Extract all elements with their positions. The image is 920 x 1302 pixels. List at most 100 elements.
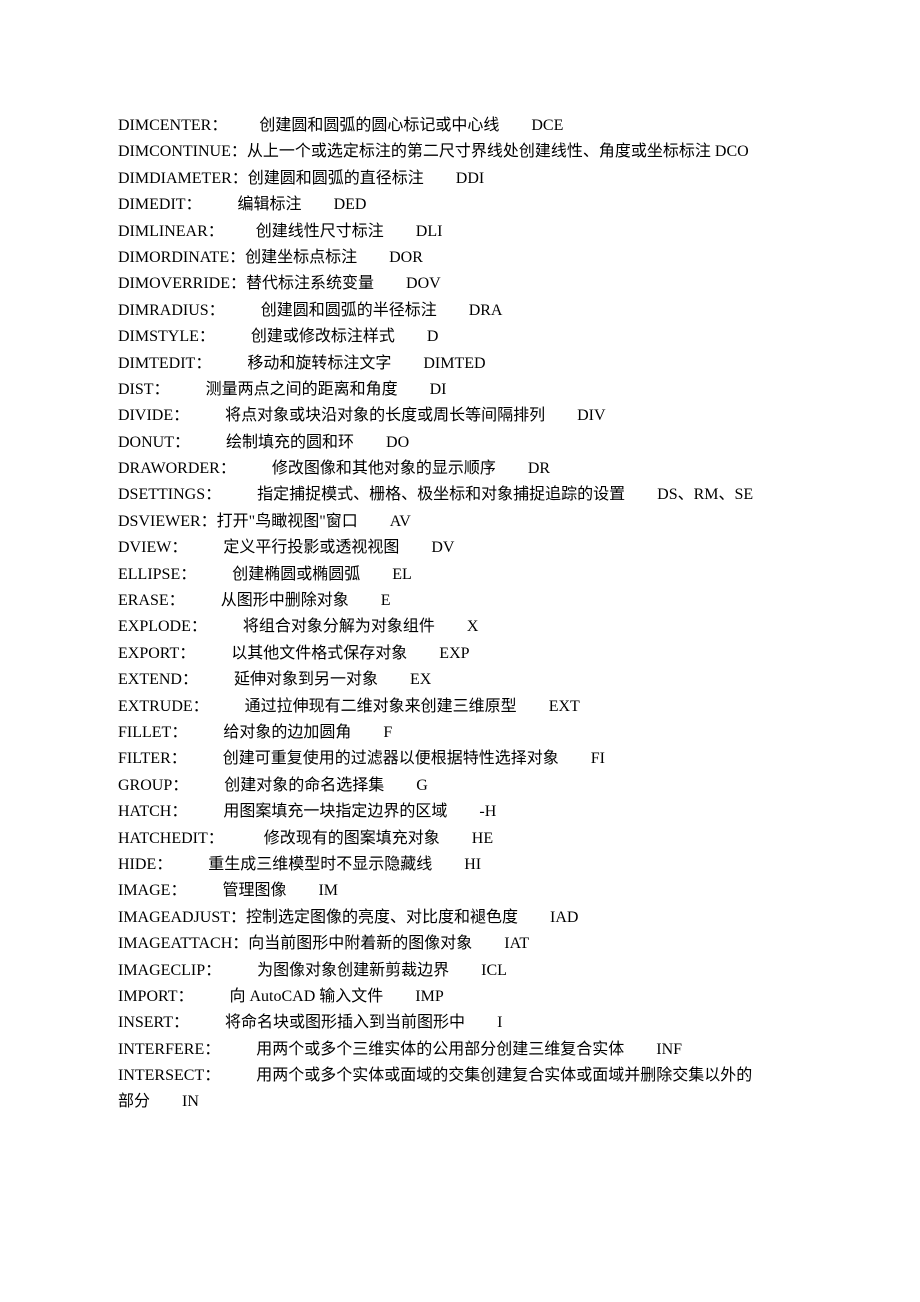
spacer [170, 381, 206, 398]
command-abbreviation: X [467, 618, 479, 635]
command-description: 指定捕捉模式、栅格、极坐标和对象捕捉追踪的设置 [257, 486, 625, 503]
command-row: IMAGEADJUST：控制选定图像的亮度、对比度和褪色度 IAD [118, 905, 810, 931]
command-abbreviation: IAT [504, 935, 529, 952]
command-abbreviation: HE [472, 830, 493, 847]
command-row: HATCHEDIT： 修改现有的图案填充对象 HE [118, 826, 810, 852]
command-row: FILLET： 给对象的边加圆角 F [118, 720, 810, 746]
spacer [437, 302, 469, 319]
command-description: 创建线性尺寸标注 [256, 223, 384, 240]
command-name: DIMCENTER： [118, 117, 227, 134]
command-name: DSETTINGS： [118, 486, 221, 503]
spacer [225, 302, 261, 319]
spacer [224, 223, 256, 240]
command-abbreviation: IN [182, 1093, 199, 1110]
spacer [189, 1014, 225, 1031]
command-row: HIDE： 重生成三维模型时不显示隐藏线 HI [118, 852, 810, 878]
command-row: DIMDIAMETER：创建圆和圆弧的直径标注 DDI [118, 166, 810, 192]
spacer [447, 803, 479, 820]
command-name: FILTER： [118, 750, 187, 767]
command-row: DIMOVERRIDE：替代标注系统变量 DOV [118, 271, 810, 297]
command-row: DIMTEDIT： 移动和旋转标注文字 DIMTED [118, 351, 810, 377]
command-abbreviation: DOV [406, 275, 441, 292]
command-description: 编辑标注 [238, 196, 302, 213]
spacer [195, 645, 231, 662]
command-description: 为图像对象创建新剪裁边界 [257, 962, 449, 979]
command-name: DIMSTYLE： [118, 328, 215, 345]
command-description: 从上一个或选定标注的第二尺寸界线处创建线性、角度或坐标标注 [247, 143, 711, 160]
spacer [432, 856, 464, 873]
command-abbreviation: INF [656, 1041, 682, 1058]
spacer [188, 777, 224, 794]
command-description: 延伸对象到另一对象 [234, 671, 378, 688]
command-row: IMAGE： 管理图像 IM [118, 878, 810, 904]
command-description: 管理图像 [222, 882, 286, 899]
command-name: HATCH： [118, 803, 187, 820]
command-abbreviation: DOR [389, 249, 423, 266]
command-abbreviation: FI [591, 750, 605, 767]
command-name: DRAWORDER： [118, 460, 236, 477]
command-row: DSVIEWER：打开"鸟瞰视图"窗口 AV [118, 509, 810, 535]
spacer [383, 988, 415, 1005]
spacer [194, 988, 230, 1005]
command-row: DIVIDE： 将点对象或块沿对象的长度或周长等间隔排列 DIV [118, 403, 810, 429]
command-abbreviation: DS、RM、SE [657, 486, 753, 503]
spacer [187, 539, 223, 556]
command-name: FILLET： [118, 724, 187, 741]
command-abbreviation: DV [431, 539, 454, 556]
spacer [221, 486, 257, 503]
command-name: INSERT： [118, 1014, 189, 1031]
command-abbreviation: DCO [711, 143, 749, 160]
command-name: DIMDIAMETER： [118, 170, 248, 187]
spacer [378, 671, 410, 688]
command-name: DIMRADIUS： [118, 302, 225, 319]
command-description: 通过拉伸现有二维对象来创建三维原型 [245, 698, 517, 715]
command-abbreviation: HI [464, 856, 481, 873]
command-name: HIDE： [118, 856, 172, 873]
command-abbreviation: DDI [456, 170, 484, 187]
command-description: 创建圆和圆弧的半径标注 [261, 302, 437, 319]
spacer [499, 117, 531, 134]
spacer [518, 909, 550, 926]
command-abbreviation: DR [528, 460, 550, 477]
command-description: 向当前图形中附着新的图像对象 [248, 935, 472, 952]
command-abbreviation: I [497, 1014, 502, 1031]
command-name: INTERFERE： [118, 1041, 220, 1058]
command-abbreviation: IMP [415, 988, 443, 1005]
spacer [625, 486, 657, 503]
command-name: IMAGEATTACH： [118, 935, 248, 952]
spacer [236, 460, 272, 477]
command-abbreviation: DIMTED [423, 355, 485, 372]
command-abbreviation: IM [318, 882, 338, 899]
spacer [407, 645, 439, 662]
command-description: 创建或修改标注样式 [251, 328, 395, 345]
command-description: 将命名块或图形插入到当前图形中 [225, 1014, 465, 1031]
spacer [150, 1093, 182, 1110]
command-abbreviation: EL [392, 566, 412, 583]
command-description: 以其他文件格式保存对象 [231, 645, 407, 662]
command-name: IMAGE： [118, 882, 186, 899]
spacer [424, 170, 456, 187]
command-row: DIMLINEAR： 创建线性尺寸标注 DLI [118, 219, 810, 245]
spacer [496, 460, 528, 477]
spacer [198, 671, 234, 688]
command-description: 部分 [118, 1093, 150, 1110]
command-name: EXTEND： [118, 671, 198, 688]
command-row: GROUP： 创建对象的命名选择集 G [118, 773, 810, 799]
command-description: 将组合对象分解为对象组件 [243, 618, 435, 635]
command-row: IMAGEATTACH：向当前图形中附着新的图像对象 IAT [118, 931, 810, 957]
spacer [354, 434, 386, 451]
command-row: DIMCENTER： 创建圆和圆弧的圆心标记或中心线 DCE [118, 113, 810, 139]
command-name: DIMCONTINUE： [118, 143, 247, 160]
command-description: 用图案填充一块指定边界的区域 [223, 803, 447, 820]
spacer [465, 1014, 497, 1031]
spacer [358, 513, 390, 530]
command-abbreviation: IAD [550, 909, 578, 926]
command-description: 创建圆和圆弧的圆心标记或中心线 [259, 117, 499, 134]
command-abbreviation: -H [479, 803, 496, 820]
command-name: EXTRUDE： [118, 698, 209, 715]
command-name: DIMTEDIT： [118, 355, 211, 372]
spacer [517, 698, 549, 715]
command-name: DONUT： [118, 434, 190, 451]
spacer [196, 566, 232, 583]
spacer [472, 935, 504, 952]
